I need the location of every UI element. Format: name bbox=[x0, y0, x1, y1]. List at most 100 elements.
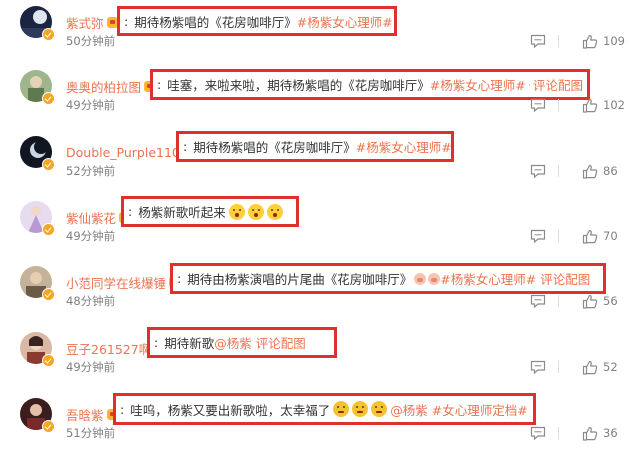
thumbs-up-icon bbox=[582, 98, 598, 113]
verified-badge-icon bbox=[42, 28, 55, 41]
like-button[interactable]: 109 bbox=[582, 31, 625, 51]
reply-button[interactable] bbox=[530, 161, 568, 181]
comment-body: 期待杨紫唱的《花房咖啡厅》 bbox=[193, 140, 356, 155]
like-button[interactable]: 102 bbox=[582, 95, 625, 115]
comment-item: Double_Purple1106 : 期待杨紫唱的《花房咖啡厅》 #杨紫女心理… bbox=[0, 131, 640, 199]
thumbs-up-icon bbox=[582, 426, 598, 441]
divider bbox=[558, 99, 559, 111]
reply-button[interactable] bbox=[530, 423, 568, 443]
username-link[interactable]: 吾晗紫 bbox=[66, 405, 104, 424]
sad-emoji-icon bbox=[333, 401, 350, 417]
verified-badge-icon bbox=[42, 420, 55, 433]
thumbs-up-icon bbox=[582, 34, 598, 49]
mention-link[interactable]: @杨紫 bbox=[390, 400, 428, 419]
verified-badge-icon bbox=[42, 354, 55, 367]
comment-body: 期待杨紫唱的《花房咖啡厅》 bbox=[134, 14, 297, 30]
thumbs-up-icon bbox=[582, 294, 598, 309]
like-button[interactable]: 86 bbox=[582, 161, 618, 181]
mention-link[interactable]: @杨紫 bbox=[214, 333, 252, 352]
reply-button[interactable] bbox=[530, 31, 568, 51]
comment-icon bbox=[530, 426, 546, 440]
comment-body: 期待由杨紫演唱的片尾曲《花房咖啡厅》 bbox=[187, 272, 413, 287]
pig-emoji-icon bbox=[414, 272, 427, 285]
like-button[interactable]: 70 bbox=[582, 226, 618, 246]
like-button[interactable]: 56 bbox=[582, 291, 618, 311]
like-count: 102 bbox=[603, 98, 625, 112]
divider bbox=[558, 295, 559, 307]
username-link[interactable]: 豆子261527啊 bbox=[66, 339, 151, 358]
thumbs-up-icon bbox=[582, 360, 598, 375]
comment-body: 哇塞，来啦来啦，期待杨紫唱的《花房咖啡厅》 bbox=[167, 78, 430, 93]
thumbs-up-icon bbox=[582, 164, 598, 179]
like-button[interactable]: 36 bbox=[582, 423, 618, 443]
comment-text: : 杨紫新歌听起来 bbox=[121, 196, 299, 227]
username-link[interactable]: 奥奥的柏拉图 bbox=[66, 77, 141, 96]
comment-body: 期待新歌 bbox=[164, 336, 215, 351]
surprised-emoji-icon bbox=[228, 203, 245, 220]
divider bbox=[558, 165, 559, 177]
username-link[interactable]: Double_Purple1106 bbox=[66, 145, 188, 160]
comment-time: 50分钟前 bbox=[66, 34, 116, 48]
username-link[interactable]: 紫式弥 bbox=[66, 13, 104, 32]
comment-text: : 期待由杨紫演唱的片尾曲《花房咖啡厅》 #杨紫女心理师# 评论配图 bbox=[170, 263, 606, 294]
comment-item: 小范同学在线爆锤 : 期待由杨紫演唱的片尾曲《花房咖啡厅》 #杨紫女心理师# 评… bbox=[0, 263, 640, 329]
comment-time: 49分钟前 bbox=[66, 360, 116, 374]
pig-emoji-icon bbox=[428, 272, 441, 285]
comment-text: : 哇塞，来啦来啦，期待杨紫唱的《花房咖啡厅》 #杨紫女心理师# 评论配图 bbox=[150, 69, 590, 100]
comment-image-link[interactable]: 评论配图 bbox=[533, 75, 583, 94]
comment-image-link[interactable]: 评论配图 bbox=[540, 269, 590, 288]
comment-text: : 哇呜，杨紫又要出新歌啦，太幸福了 @杨紫 #女心理师定档# bbox=[113, 393, 536, 425]
comment-item: 紫仙紫花 : 杨紫新歌听起来 49分钟前 70 bbox=[0, 196, 640, 264]
divider bbox=[558, 427, 559, 439]
comment-item: 吾晗紫 : 哇呜，杨紫又要出新歌啦，太幸福了 @杨紫 #女心理师定档# 51分钟… bbox=[0, 393, 640, 456]
verified-badge-icon bbox=[42, 288, 55, 301]
divider bbox=[558, 230, 559, 242]
like-count: 36 bbox=[603, 426, 618, 440]
topic-tag-link[interactable]: #杨紫女心理师# bbox=[440, 269, 536, 288]
comment-image-link[interactable]: 评论配图 bbox=[256, 333, 306, 352]
comment-icon bbox=[530, 34, 546, 48]
reply-button[interactable] bbox=[530, 357, 568, 377]
comment-time: 51分钟前 bbox=[66, 426, 116, 440]
comment-time: 49分钟前 bbox=[66, 98, 116, 112]
like-button[interactable]: 52 bbox=[582, 357, 618, 377]
reply-button[interactable] bbox=[530, 95, 568, 115]
sad-emoji-icon bbox=[371, 401, 388, 417]
comment-item: 奥奥的柏拉图 : 哇塞，来啦来啦，期待杨紫唱的《花房咖啡厅》 #杨紫女心理师# … bbox=[0, 68, 640, 133]
topic-tag-link[interactable]: #杨紫女心理师# bbox=[430, 75, 526, 94]
comment-body: 杨紫新歌听起来 bbox=[138, 205, 226, 220]
comment-text: : 期待新歌 @杨紫 评论配图 bbox=[147, 327, 337, 358]
like-count: 70 bbox=[603, 229, 618, 243]
topic-tag-link[interactable]: #杨紫女心理师# bbox=[297, 12, 393, 31]
reply-button[interactable] bbox=[530, 291, 568, 311]
topic-tag-link[interactable]: #女心理师定档# bbox=[432, 400, 528, 419]
comment-item: 紫式弥 : 期待杨紫唱的《花房咖啡厅》 #杨紫女心理师# 50分钟前 109 bbox=[0, 4, 640, 69]
comment-time: 52分钟前 bbox=[66, 164, 116, 178]
like-count: 52 bbox=[603, 360, 618, 374]
comment-text: : 期待杨紫唱的《花房咖啡厅》 #杨紫女心理师# bbox=[176, 131, 454, 162]
comment-text: : 期待杨紫唱的《花房咖啡厅》 #杨紫女心理师# bbox=[117, 6, 397, 36]
heart-emoji-icon bbox=[528, 84, 530, 86]
comment-body: 哇呜，杨紫又要出新歌啦，太幸福了 bbox=[130, 402, 331, 418]
reply-button[interactable] bbox=[530, 226, 568, 246]
comment-item: 豆子261527啊 : 期待新歌 @杨紫 评论配图 49分钟前 52 bbox=[0, 327, 640, 395]
comment-time: 49分钟前 bbox=[66, 229, 116, 243]
divider bbox=[558, 35, 559, 47]
surprised-emoji-icon bbox=[266, 203, 283, 220]
sad-emoji-icon bbox=[352, 401, 369, 417]
comment-icon bbox=[530, 294, 546, 308]
divider bbox=[558, 361, 559, 373]
comment-icon bbox=[530, 164, 546, 178]
topic-tag-link[interactable]: #杨紫女心理师# bbox=[356, 137, 452, 156]
comment-icon bbox=[530, 229, 546, 243]
comment-icon bbox=[530, 98, 546, 112]
username-link[interactable]: 紫仙紫花 bbox=[66, 208, 116, 227]
verified-badge-icon bbox=[42, 92, 55, 105]
comment-time: 48分钟前 bbox=[66, 294, 116, 308]
like-count: 86 bbox=[603, 164, 618, 178]
comment-icon bbox=[530, 360, 546, 374]
verified-badge-icon bbox=[42, 158, 55, 171]
like-count: 109 bbox=[603, 34, 625, 48]
surprised-emoji-icon bbox=[247, 203, 264, 220]
username-link[interactable]: 小范同学在线爆锤 bbox=[66, 273, 166, 292]
